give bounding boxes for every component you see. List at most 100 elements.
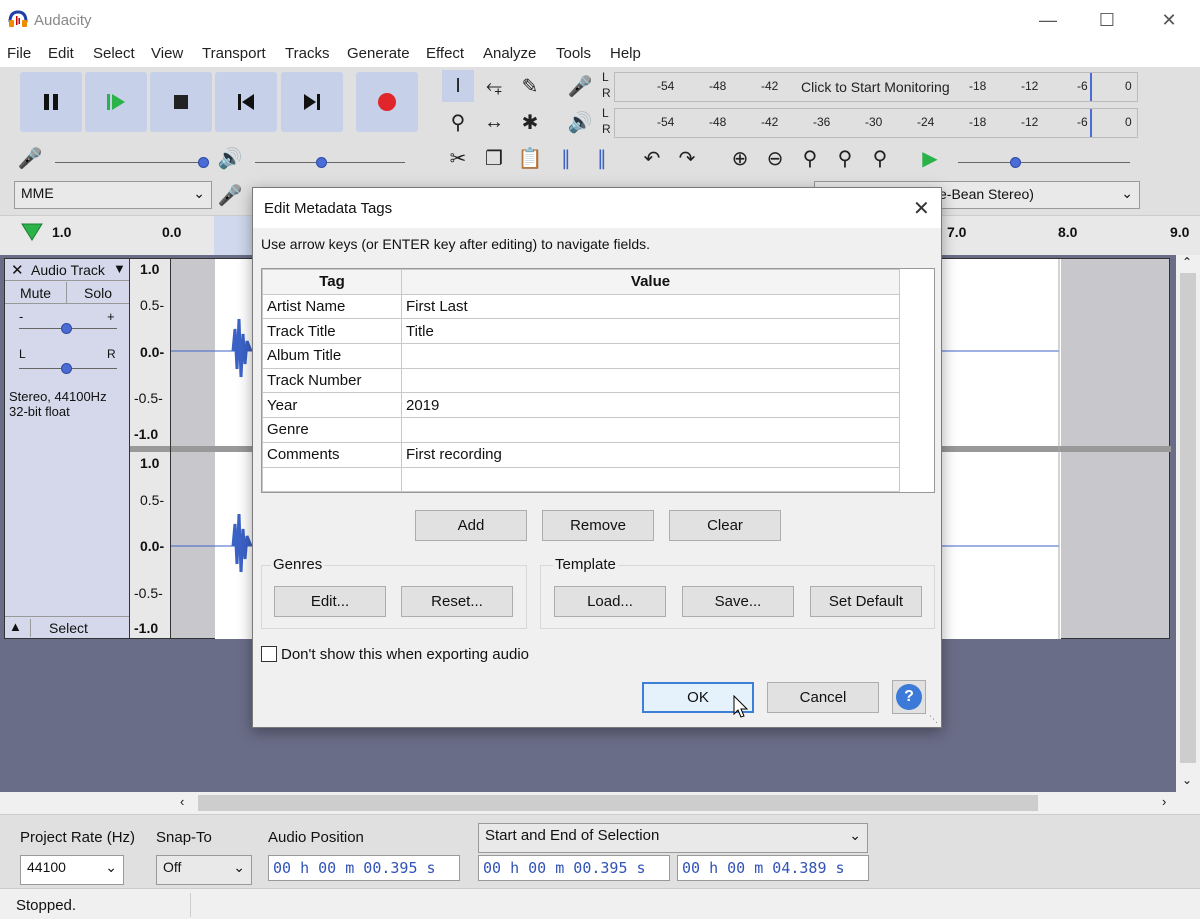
- value-cell[interactable]: 2019: [401, 392, 900, 419]
- project-rate-select[interactable]: 44100 ⌄: [20, 855, 124, 885]
- clear-tags-button[interactable]: Clear: [669, 510, 781, 541]
- draw-tool[interactable]: ✎: [514, 70, 546, 102]
- zoom-in-button[interactable]: ⊕: [724, 142, 756, 174]
- close-icon[interactable]: ✕: [913, 196, 930, 221]
- tag-cell[interactable]: Comments: [262, 441, 402, 468]
- play-button[interactable]: [85, 72, 147, 132]
- playback-meter[interactable]: -54 -48 -42 -36 -30 -24 -18 -12 -6 0: [614, 108, 1138, 138]
- table-row[interactable]: Genre: [262, 417, 900, 443]
- pan-slider[interactable]: [19, 363, 117, 374]
- copy-button[interactable]: ❐: [478, 142, 510, 174]
- envelope-tool[interactable]: ⥆: [478, 70, 510, 102]
- menu-edit[interactable]: Edit: [48, 45, 74, 62]
- timeshift-tool[interactable]: ↔: [478, 106, 510, 138]
- scroll-down-icon[interactable]: ⌄: [1182, 773, 1192, 787]
- tag-cell[interactable]: Artist Name: [262, 293, 402, 320]
- record-meter[interactable]: -54 -48 -42 Click to Start Monitoring -1…: [614, 72, 1138, 102]
- play-meter-button[interactable]: 🔊: [564, 106, 596, 138]
- fit-selection-button[interactable]: ⚲: [794, 142, 826, 174]
- skip-start-button[interactable]: [215, 72, 277, 132]
- selection-start-field[interactable]: 00 h 00 m 00.395 s: [478, 855, 670, 881]
- collapse-track-icon[interactable]: ▲: [9, 619, 31, 637]
- value-cell[interactable]: [401, 466, 900, 493]
- value-cell[interactable]: [401, 343, 900, 369]
- dont-show-label[interactable]: Don't show this when exporting audio: [281, 646, 529, 663]
- close-track-icon[interactable]: ✕: [11, 261, 24, 279]
- maximize-button[interactable]: ☐: [1084, 0, 1130, 40]
- stop-button[interactable]: [150, 72, 212, 132]
- scroll-thumb[interactable]: [198, 795, 1038, 811]
- mute-button[interactable]: Mute: [5, 282, 67, 304]
- scroll-right-icon[interactable]: ›: [1162, 794, 1166, 809]
- value-cell[interactable]: First Last: [401, 293, 900, 320]
- zoom-out-button[interactable]: ⊖: [759, 142, 791, 174]
- tags-grid[interactable]: Tag Value Artist Name First Last Track Ti…: [261, 268, 935, 493]
- slider-knob[interactable]: [61, 363, 72, 374]
- pause-button[interactable]: [20, 72, 82, 132]
- tag-cell[interactable]: Album Title: [262, 343, 402, 369]
- audio-position-field[interactable]: 00 h 00 m 00.395 s: [268, 855, 460, 881]
- table-row[interactable]: Track Number: [262, 367, 900, 394]
- help-button[interactable]: ?: [892, 680, 926, 714]
- menu-file[interactable]: File: [7, 45, 31, 62]
- play-at-speed-button[interactable]: ▶: [914, 142, 946, 174]
- table-row[interactable]: Artist Name First Last: [262, 293, 900, 320]
- add-tag-button[interactable]: Add: [415, 510, 527, 541]
- value-cell[interactable]: First recording: [401, 441, 900, 468]
- value-cell[interactable]: [401, 417, 900, 443]
- cancel-button[interactable]: Cancel: [767, 682, 879, 713]
- skip-end-button[interactable]: [281, 72, 343, 132]
- remove-tag-button[interactable]: Remove: [542, 510, 654, 541]
- horizontal-scrollbar[interactable]: ‹ ›: [0, 792, 1200, 814]
- vertical-scrollbar[interactable]: ⌃ ⌄: [1176, 255, 1200, 792]
- solo-button[interactable]: Solo: [67, 282, 129, 304]
- menu-transport[interactable]: Transport: [202, 45, 266, 62]
- track-name-menu[interactable]: Audio Track: [31, 262, 105, 278]
- set-default-template-button[interactable]: Set Default: [810, 586, 922, 617]
- zoom-toggle-button[interactable]: ⚲: [864, 142, 896, 174]
- table-row[interactable]: Comments First recording: [262, 441, 900, 468]
- multi-tool[interactable]: ✱: [514, 106, 546, 138]
- scroll-up-icon[interactable]: ⌃: [1182, 255, 1192, 269]
- slider-knob[interactable]: [316, 157, 327, 168]
- save-template-button[interactable]: Save...: [682, 586, 794, 617]
- reset-genres-button[interactable]: Reset...: [401, 586, 513, 617]
- record-meter-button[interactable]: 🎤: [564, 70, 596, 102]
- load-template-button[interactable]: Load...: [554, 586, 666, 617]
- tag-cell[interactable]: Genre: [262, 417, 402, 443]
- tag-cell[interactable]: Track Number: [262, 367, 402, 394]
- close-window-button[interactable]: ✕: [1146, 0, 1192, 40]
- menu-effect[interactable]: Effect: [426, 45, 464, 62]
- selection-end-field[interactable]: 00 h 00 m 04.389 s: [677, 855, 869, 881]
- slider-knob[interactable]: [1010, 157, 1021, 168]
- playback-volume-slider[interactable]: [255, 157, 405, 168]
- menu-tools[interactable]: Tools: [556, 45, 591, 62]
- fit-project-button[interactable]: ⚲: [829, 142, 861, 174]
- dont-show-checkbox[interactable]: [261, 646, 277, 662]
- menu-tracks[interactable]: Tracks: [285, 45, 329, 62]
- slider-knob[interactable]: [61, 323, 72, 334]
- menu-view[interactable]: View: [151, 45, 183, 62]
- tag-cell[interactable]: [262, 466, 402, 493]
- gain-slider[interactable]: [19, 323, 117, 334]
- cut-button[interactable]: ✂: [442, 142, 474, 174]
- minimize-button[interactable]: —: [1025, 0, 1071, 40]
- menu-generate[interactable]: Generate: [347, 45, 410, 62]
- table-row[interactable]: Album Title: [262, 343, 900, 369]
- undo-button[interactable]: ↶: [636, 142, 668, 174]
- selection-mode-select[interactable]: Start and End of Selection ⌄: [478, 823, 868, 853]
- select-track-button[interactable]: Select: [49, 620, 88, 636]
- menu-help[interactable]: Help: [610, 45, 641, 62]
- paste-button[interactable]: 📋: [514, 142, 546, 174]
- audio-host-select[interactable]: MME ⌄: [14, 181, 212, 209]
- tag-cell[interactable]: Year: [262, 392, 402, 419]
- play-speed-slider[interactable]: [958, 157, 1130, 168]
- zoom-tool[interactable]: ⚲: [442, 106, 474, 138]
- value-cell[interactable]: [401, 367, 900, 394]
- menu-analyze[interactable]: Analyze: [483, 45, 536, 62]
- tag-cell[interactable]: Track Title: [262, 318, 402, 345]
- value-cell[interactable]: Title: [401, 318, 900, 345]
- scroll-thumb[interactable]: [1180, 273, 1196, 763]
- menu-select[interactable]: Select: [93, 45, 135, 62]
- redo-button[interactable]: ↷: [671, 142, 703, 174]
